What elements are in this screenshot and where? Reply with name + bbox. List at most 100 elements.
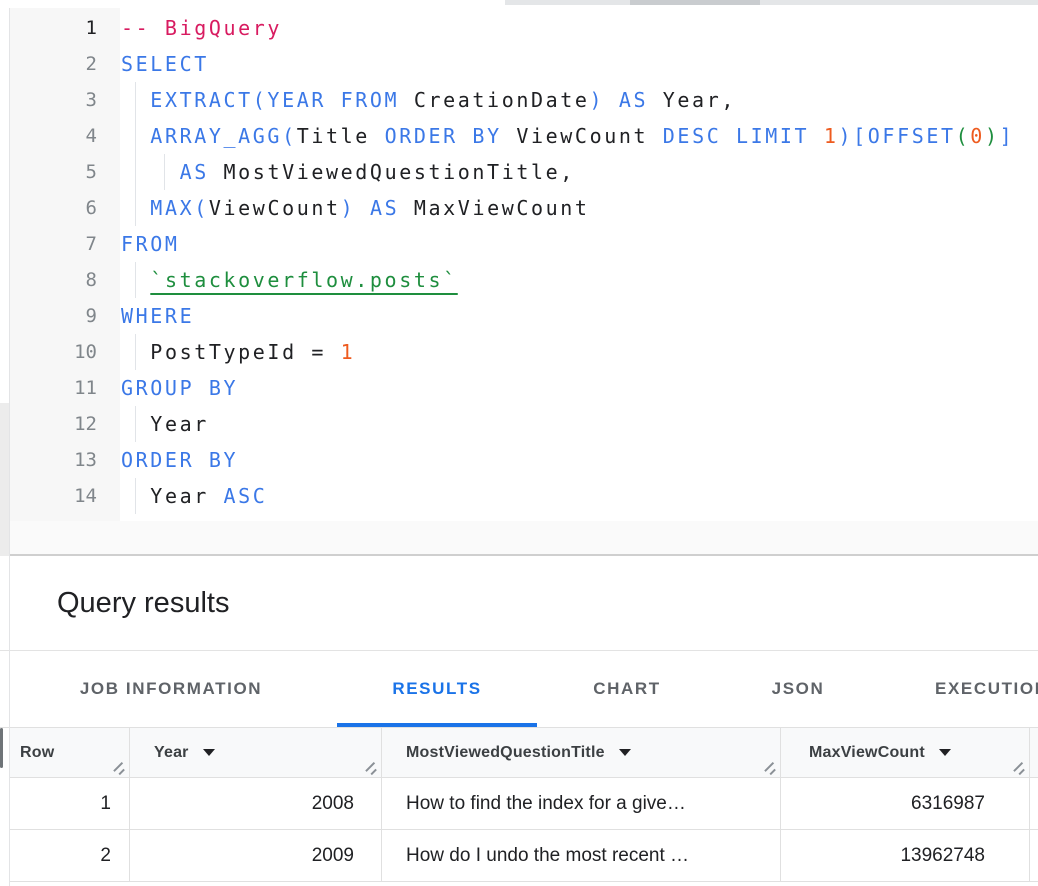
code-line-text: ORDER BY — [121, 448, 238, 472]
sql-editor[interactable]: 1-- BigQuery2SELECT3 EXTRACT(YEAR FROM C… — [0, 8, 1038, 521]
line-number: 8 — [9, 269, 120, 291]
editor-line[interactable]: 13ORDER BY — [0, 442, 1038, 478]
code-line-text: -- BigQuery — [121, 16, 282, 40]
token-kw: ) AS — [590, 88, 663, 112]
code-line-text: MAX(ViewCount) AS MaxViewCount — [121, 196, 590, 220]
indent-guide — [135, 334, 136, 370]
left-scrollbar-track — [0, 403, 9, 556]
token-kw: ORDER BY — [385, 124, 517, 148]
token-num: 1 — [824, 124, 839, 148]
token-plain: MaxViewCount — [414, 196, 590, 220]
code-line-text: PostTypeId = 1 — [121, 340, 355, 364]
token-kw: SELECT — [121, 52, 209, 76]
tab-chart[interactable]: CHART — [593, 651, 661, 727]
editor-line[interactable]: 10 PostTypeId = 1 — [0, 334, 1038, 370]
column-resize-handle-icon[interactable] — [363, 760, 378, 775]
editor-line[interactable]: 1-- BigQuery — [0, 10, 1038, 46]
page-title: Query results — [57, 556, 229, 650]
column-resize-handle-icon[interactable] — [111, 760, 126, 775]
table-cell: 13962748 — [781, 830, 1030, 881]
editor-line[interactable]: 12 Year — [0, 406, 1038, 442]
table-cell: How do I undo the most recent … — [382, 830, 781, 881]
table-cell: 2 — [10, 830, 130, 881]
column-header-maxviewcount[interactable]: MaxViewCount — [781, 728, 1030, 777]
token-kw: GROUP BY — [121, 376, 238, 400]
line-number: 11 — [9, 377, 120, 399]
token-num: 0 — [970, 124, 985, 148]
column-menu-arrow-icon[interactable] — [619, 749, 631, 756]
code-line-text: EXTRACT(YEAR FROM CreationDate) AS Year, — [121, 88, 736, 112]
editor-line[interactable]: 3 EXTRACT(YEAR FROM CreationDate) AS Yea… — [0, 82, 1038, 118]
table-cell: 2009 — [130, 830, 382, 881]
tab-job-information[interactable]: JOB INFORMATION — [80, 651, 262, 727]
line-number: 9 — [9, 305, 120, 327]
code-line-text: Year ASC — [121, 484, 267, 508]
code-line-text: FROM — [121, 232, 180, 256]
code-line-text: WHERE — [121, 304, 194, 328]
token-plain — [121, 160, 180, 184]
row-filler — [1030, 778, 1038, 829]
editor-line[interactable]: 11GROUP BY — [0, 370, 1038, 406]
token-kw: DESC LIMIT — [663, 124, 824, 148]
editor-line[interactable]: 7FROM — [0, 226, 1038, 262]
table-reference-link[interactable]: `stackoverflow.posts` — [150, 268, 457, 292]
column-label: Row — [20, 744, 54, 762]
editor-line[interactable]: 6 MAX(ViewCount) AS MaxViewCount — [0, 190, 1038, 226]
table-cell: How to find the index for a give… — [382, 778, 781, 829]
column-menu-arrow-icon[interactable] — [203, 749, 215, 756]
table-cell: 2008 — [130, 778, 382, 829]
editor-results-divider — [0, 521, 1038, 556]
token-kw: )[OFFSET — [839, 124, 956, 148]
editor-line[interactable]: 8 `stackoverflow.posts` — [0, 262, 1038, 298]
horizontal-scrollbar-thumb[interactable] — [630, 0, 760, 5]
tab-json[interactable]: JSON — [772, 651, 825, 727]
line-number: 1 — [9, 17, 120, 39]
column-menu-arrow-icon[interactable] — [939, 749, 951, 756]
token-plain — [121, 124, 150, 148]
line-number: 14 — [9, 485, 120, 507]
editor-line[interactable]: 9WHERE — [0, 298, 1038, 334]
indent-guide — [164, 154, 165, 190]
table-cell: 6316987 — [781, 778, 1030, 829]
token-plain: ViewCount — [516, 124, 662, 148]
indent-guide — [135, 478, 136, 514]
token-plain — [121, 484, 150, 508]
token-kw: WHERE — [121, 304, 194, 328]
token-num: 1 — [341, 340, 356, 364]
indent-guide — [135, 262, 136, 298]
token-plain — [121, 196, 150, 220]
line-number: 10 — [9, 341, 120, 363]
panel-divider — [9, 8, 10, 886]
tab-results[interactable]: RESULTS — [392, 651, 481, 727]
vertical-scrollbar-thumb[interactable] — [0, 728, 3, 768]
header-filler — [1030, 728, 1038, 777]
code-line-text: GROUP BY — [121, 376, 238, 400]
token-plain — [121, 412, 150, 436]
horizontal-scrollbar-track[interactable] — [505, 0, 1038, 5]
column-resize-handle-icon[interactable] — [1011, 760, 1026, 775]
token-plain: Year — [150, 484, 223, 508]
editor-line[interactable]: 4 ARRAY_AGG(Title ORDER BY ViewCount DES… — [0, 118, 1038, 154]
token-plain: Year — [150, 412, 209, 436]
column-header-row: Row — [10, 728, 130, 777]
line-number: 6 — [9, 197, 120, 219]
editor-line[interactable]: 14 Year ASC — [0, 478, 1038, 514]
tab-execution-details[interactable]: EXECUTION DETAILS — [935, 651, 1038, 727]
line-number: 3 — [9, 89, 120, 111]
token-plain: PostTypeId = — [150, 340, 340, 364]
token-plain: CreationDate — [414, 88, 590, 112]
column-header-mostviewedquestiontitle[interactable]: MostViewedQuestionTitle — [382, 728, 781, 777]
token-green: ) — [985, 124, 1000, 148]
token-plain: Year, — [663, 88, 736, 112]
code-lines: 1-- BigQuery2SELECT3 EXTRACT(YEAR FROM C… — [0, 10, 1038, 514]
column-resize-handle-icon[interactable] — [762, 760, 777, 775]
token-kw: FROM — [121, 232, 180, 256]
editor-line[interactable]: 2SELECT — [0, 46, 1038, 82]
token-kw: AS — [180, 160, 224, 184]
column-header-year[interactable]: Year — [130, 728, 382, 777]
editor-line[interactable]: 5 AS MostViewedQuestionTitle, — [0, 154, 1038, 190]
indent-guide — [135, 190, 136, 226]
token-plain — [121, 340, 150, 364]
line-number: 12 — [9, 413, 120, 435]
line-number: 2 — [9, 53, 120, 75]
